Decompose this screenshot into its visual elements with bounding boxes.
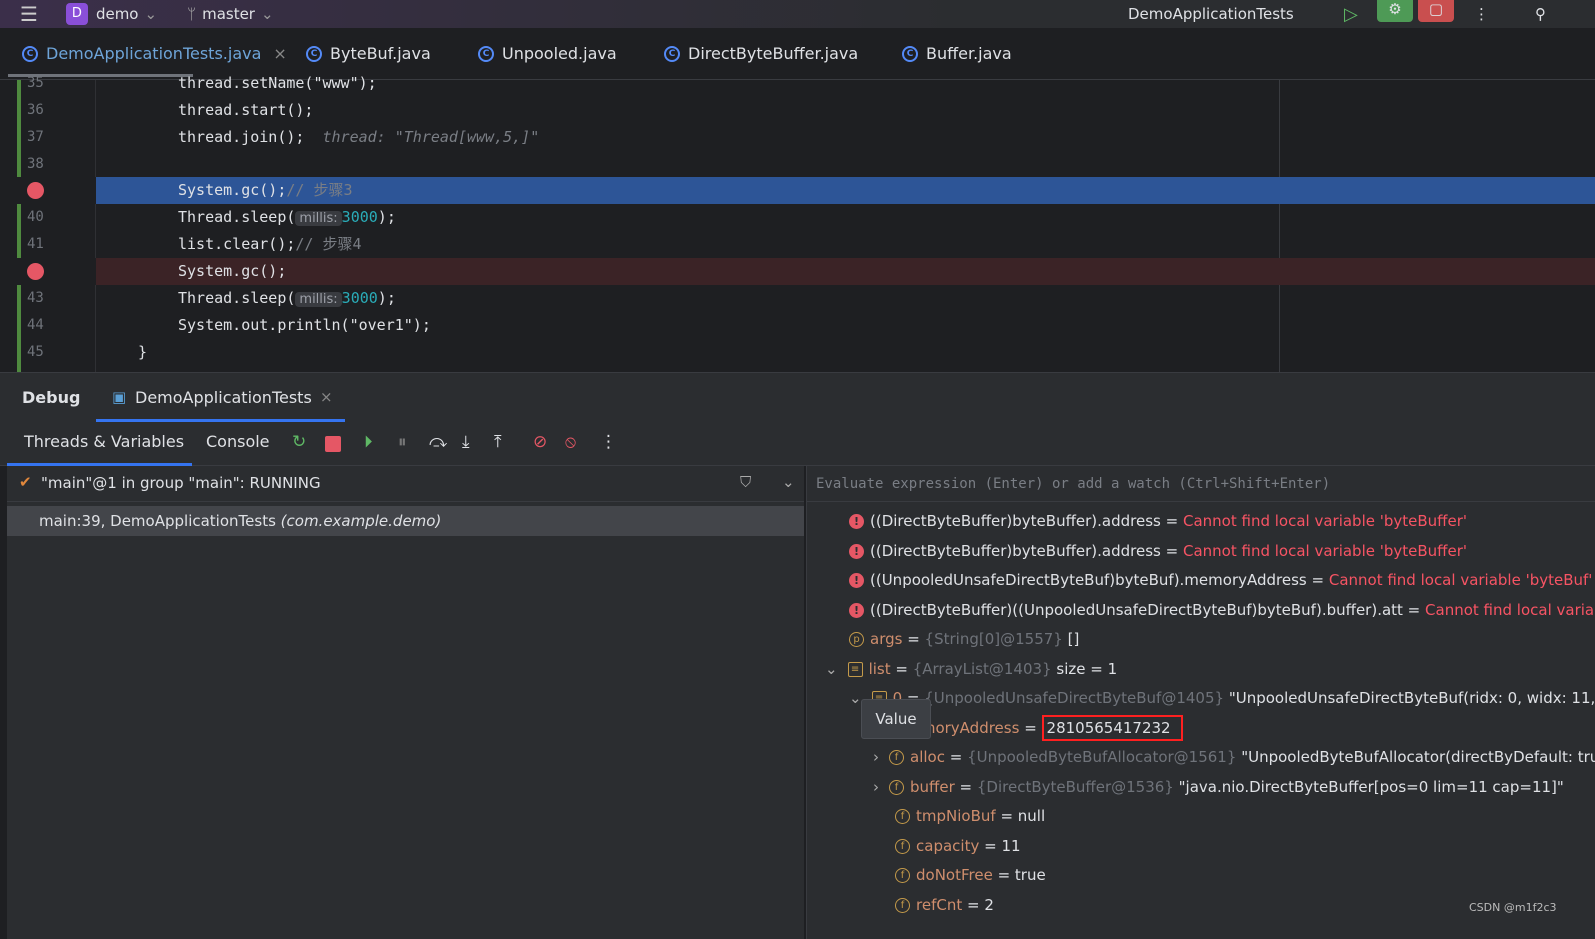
chevron-down-icon[interactable]: ⌄ (782, 473, 795, 491)
code-line: 36 thread.start(); (27, 101, 314, 119)
run-icon[interactable]: ▷ (1344, 4, 1358, 25)
rerun-icon[interactable]: ↻ (292, 432, 306, 452)
title-bar: ☰ D demo ⌄ ᛘ master ⌄ DemoApplicationTests… (0, 0, 1595, 28)
hamburger-menu-icon[interactable]: ☰ (20, 2, 38, 26)
branch-icon: ᛘ (187, 5, 197, 23)
step-out-icon[interactable]: ⤒ (494, 432, 502, 452)
tab-unpooled[interactable]: C Unpooled.java (478, 44, 617, 63)
breakpoint-icon[interactable] (27, 263, 44, 280)
inline-value-hint: thread: "Thread[www,5,]" (322, 128, 540, 146)
variable-row[interactable]: f doNotFree = true (895, 861, 1046, 890)
breakpoint-icon[interactable] (27, 182, 44, 199)
watch-row[interactable]: ! ((DirectByteBuffer)byteBuffer).address … (849, 507, 1467, 536)
add-user-icon[interactable]: ⚲ (1535, 5, 1546, 23)
variable-row[interactable]: › f alloc = {UnpooledByteBufAllocator@1561… (873, 743, 1595, 772)
mute-breakpoints-icon[interactable]: ⦸ (565, 432, 576, 452)
expand-chevron-icon: ⌄ (849, 689, 862, 707)
stop-button[interactable]: ▢ (1418, 0, 1454, 22)
session-tab[interactable]: DemoApplicationTests (135, 388, 312, 407)
debug-toolbar: Threads & Variables Console ↻ ⏵ ⏸ ⤼ ⤓ ⤒ … (0, 422, 1595, 466)
run-config-selector[interactable]: DemoApplicationTests (1128, 5, 1294, 23)
close-session-icon[interactable]: × (320, 388, 333, 406)
class-icon: C (22, 45, 38, 62)
variables-panel: Evaluate expression (Enter) or add a wat… (806, 466, 1595, 939)
expand-chevron-icon: ⌄ (825, 660, 838, 678)
debug-button[interactable]: ⚙ (1377, 0, 1413, 22)
class-icon: C (902, 45, 918, 62)
watermark: CSDN @m1f2c3 (1469, 901, 1557, 914)
variable-row[interactable]: f capacity = 11 (895, 832, 1021, 861)
view-breakpoints-icon[interactable]: ⊘ (533, 432, 547, 452)
resume-icon[interactable]: ⏵ (364, 432, 373, 452)
variable-row[interactable]: f refCnt = 2 (895, 891, 994, 920)
code-line: 44 System.out.println("over1"); (27, 316, 431, 334)
value-tooltip: Value (861, 699, 931, 739)
code-line: 45} (27, 343, 148, 361)
evaluate-expression-input[interactable]: Evaluate expression (Enter) or add a wat… (807, 466, 1595, 502)
check-icon: ✔ (19, 473, 32, 491)
session-icon: ▣ (112, 388, 127, 406)
tab-console[interactable]: Console (206, 432, 270, 451)
pause-icon[interactable]: ⏸ (398, 432, 407, 452)
tab-buffer[interactable]: C Buffer.java (902, 44, 1012, 63)
debug-tool-window-header: Debug ▣ DemoApplicationTests × (0, 372, 1595, 422)
more-options-icon[interactable]: ⋮ (600, 432, 617, 452)
code-editor[interactable]: 35 thread.setName("www"); 36 thread.start(… (7, 74, 1595, 372)
tab-threads-variables[interactable]: Threads & Variables (24, 432, 184, 451)
highlighted-value: 2810565417232 (1041, 715, 1183, 741)
code-line: 37 thread.join(); thread: "Thread[www,5,]… (27, 128, 540, 146)
code-line: 38 (27, 156, 44, 172)
debug-title: Debug (22, 388, 81, 407)
expand-chevron-icon: › (873, 778, 879, 796)
code-line: 41 list.clear();// 步骤4 (27, 235, 362, 253)
more-icon[interactable]: ⋮ (1474, 5, 1489, 23)
stop-icon[interactable] (325, 436, 341, 452)
variable-row[interactable]: ⌄≡0 = {UnpooledUnsafeDirectByteBuf@1405}… (849, 684, 1595, 713)
variable-row[interactable]: ⌄ ≡ list = {ArrayList@1403} size = 1 (825, 655, 1117, 684)
watch-row[interactable]: ! ((DirectByteBuffer)byteBuffer).address … (849, 537, 1467, 566)
variable-row[interactable]: › f buffer = {DirectByteBuffer@1536} "java… (873, 773, 1564, 802)
tab-directbytebuffer[interactable]: C DirectByteBuffer.java (664, 44, 858, 63)
code-line: 35 thread.setName("www"); (27, 74, 377, 92)
branch-selector[interactable]: master (202, 5, 255, 23)
variable-row[interactable]: p args = {String[0]@1557} [] (849, 625, 1079, 654)
threads-frames-panel: ✔ "main"@1 in group "main": RUNNING ⛉ ⌄ … (7, 466, 804, 939)
variable-row[interactable]: f tmpNioBuf = null (895, 802, 1045, 831)
class-icon: C (664, 45, 680, 62)
watch-row[interactable]: ! ((DirectByteBuffer)((UnpooledUnsafeDire… (849, 596, 1595, 625)
filter-icon[interactable]: ⛉ (740, 473, 751, 491)
thread-selector[interactable]: "main"@1 in group "main": RUNNING (41, 474, 321, 492)
watch-row[interactable]: ! ((UnpooledUnsafeDirectByteBuf)byteBuf).… (849, 566, 1592, 595)
current-execution-line: System.gc();// 步骤3 (7, 177, 1595, 204)
project-selector[interactable]: demo (96, 5, 139, 23)
code-line: 40 Thread.sleep(millis: 3000); (27, 208, 396, 226)
class-icon: C (478, 45, 494, 62)
breakpoint-line: System.gc(); (7, 258, 1595, 285)
step-over-icon[interactable]: ⤼ (429, 432, 447, 452)
variable-row[interactable]: memoryAddress = 2810565417232 (897, 714, 1183, 743)
expand-chevron-icon: › (873, 748, 879, 766)
stack-frame[interactable]: main:39, DemoApplicationTests (com.examp… (7, 506, 804, 536)
step-into-icon[interactable]: ⤓ (462, 432, 470, 452)
class-icon: C (306, 45, 322, 62)
tab-bytebuf[interactable]: C ByteBuf.java (306, 44, 431, 63)
project-logo: D (65, 3, 88, 25)
code-line: 43 Thread.sleep(millis: 3000); (27, 289, 396, 307)
tab-demoapplicationtests[interactable]: C DemoApplicationTests.java × (22, 44, 287, 63)
close-tab-icon[interactable]: × (273, 44, 286, 63)
